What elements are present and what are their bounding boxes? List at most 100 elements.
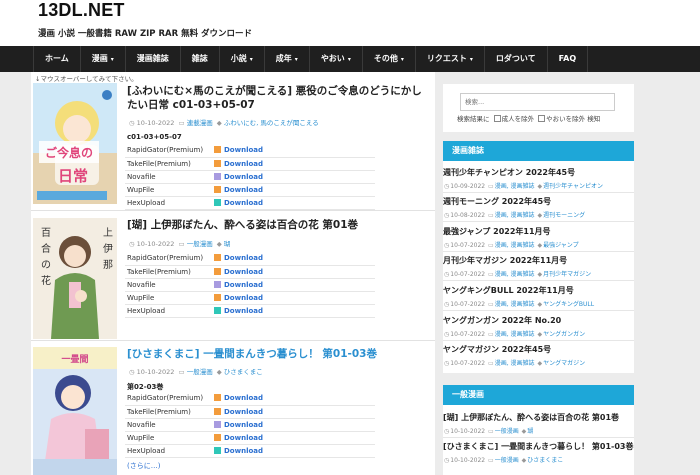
host-color-icon bbox=[214, 394, 221, 402]
download-link[interactable]: Download bbox=[224, 307, 263, 315]
download-link[interactable]: Download bbox=[224, 434, 263, 442]
download-link[interactable]: Download bbox=[224, 447, 263, 455]
download-link[interactable]: Download bbox=[224, 146, 263, 154]
widget-divider bbox=[443, 437, 634, 438]
download-link[interactable]: Download bbox=[224, 421, 263, 429]
nav-item-faq[interactable]: FAQ bbox=[548, 46, 589, 72]
widget-item-title[interactable]: 週刊モーニング 2022年45号 bbox=[443, 196, 551, 207]
clock-icon: ◷ bbox=[444, 428, 450, 435]
widget-item-title[interactable]: 月刊少年マガジン 2022年11月号 bbox=[443, 255, 567, 266]
tag-link[interactable]: ふわいにむ, 馬のこえが聞こえる bbox=[224, 119, 319, 127]
download-row: TakeFile(Premium) Download bbox=[125, 265, 375, 279]
cover-image[interactable]: 百 合 の 花 上 伊 那 bbox=[33, 218, 117, 339]
widget-item-title[interactable]: ヤングマガジン 2022年45号 bbox=[443, 344, 551, 355]
svg-text:日常: 日常 bbox=[58, 167, 88, 185]
cover-image[interactable]: 一畳間 bbox=[33, 347, 117, 475]
widget-item-title[interactable]: [瑚] 上伊那ぼたん、酔へる姿は百合の花 第01巻 bbox=[443, 412, 619, 423]
host-color-icon bbox=[214, 159, 221, 167]
download-row: TakeFile(Premium) Download bbox=[125, 405, 375, 419]
search-options: 検索結果に 成人を除外 やおいを除外 検知 bbox=[457, 115, 601, 123]
widget-divider bbox=[443, 192, 634, 193]
tag-icon: ◆ bbox=[216, 240, 222, 248]
widget-divider bbox=[443, 251, 634, 252]
widget-divider bbox=[443, 221, 634, 222]
svg-text:一畳間: 一畳間 bbox=[61, 354, 88, 365]
folder-icon: ▭ bbox=[178, 240, 185, 248]
download-link[interactable]: Download bbox=[224, 394, 263, 402]
download-row: RapidGator(Premium) Download bbox=[125, 144, 375, 158]
tag-icon: ◆ bbox=[521, 457, 527, 464]
download-link[interactable]: Download bbox=[224, 268, 263, 276]
download-link[interactable]: Download bbox=[224, 408, 263, 416]
folder-icon: ▭ bbox=[488, 457, 494, 464]
folder-icon: ▭ bbox=[488, 301, 494, 308]
widget-heading: 一般漫画 bbox=[443, 385, 634, 405]
download-row: Novafile Download bbox=[125, 278, 375, 292]
widget-item-title[interactable]: ヤングキングBULL 2022年11月号 bbox=[443, 285, 574, 296]
svg-text:の: の bbox=[41, 260, 51, 271]
widget-item-title[interactable]: 週刊少年チャンピオン 2022年45号 bbox=[443, 167, 575, 178]
category-link[interactable]: 一般漫画 bbox=[187, 240, 213, 248]
download-row: HexUpload Download bbox=[125, 196, 375, 210]
widget-item-title[interactable]: 最強ジャンプ 2022年11月号 bbox=[443, 226, 551, 237]
site-tagline: 漫画 小説 一般書籍 RAW ZIP RAR 無料 ダウンロード bbox=[38, 29, 253, 39]
svg-text:百: 百 bbox=[41, 227, 51, 239]
clock-icon: ◷ bbox=[444, 242, 450, 249]
download-row: RapidGator(Premium) Download bbox=[125, 252, 375, 266]
nav-item-yaoi[interactable]: やおい ▾ bbox=[310, 46, 363, 72]
nav-item-request[interactable]: リクエスト ▾ bbox=[416, 46, 485, 72]
host-color-icon bbox=[214, 172, 221, 180]
download-row: WupFile Download bbox=[125, 291, 375, 305]
search-widget: 検索結果に 成人を除外 やおいを除外 検知 bbox=[443, 84, 634, 132]
cover-image[interactable]: ご今息の 日常 bbox=[33, 83, 117, 204]
exclude-adult-checkbox[interactable] bbox=[493, 115, 501, 122]
host-color-icon bbox=[214, 146, 221, 154]
tag-link[interactable]: 瑚 bbox=[224, 240, 231, 248]
post-list: ↓マウスオーバーしてみて下さい。 ご今息の 日常 [ふわいにむ×馬のこえが聞こえ… bbox=[31, 72, 435, 475]
download-link[interactable]: Download bbox=[224, 294, 263, 302]
widget-divider bbox=[443, 280, 634, 281]
main-nav: ホーム 漫画 ▾ 漫画雑誌 雑誌 小説 ▾ 成年 ▾ やおい ▾ その他 ▾ リクエスト ▾… bbox=[0, 46, 700, 72]
widget-item-meta: ◷10-08-2022 ▭漫画, 漫画雑誌 ◆週刊モーニング bbox=[444, 212, 586, 219]
exclude-yaoi-checkbox[interactable] bbox=[538, 115, 546, 122]
tag-link[interactable]: ひさまくまこ bbox=[224, 368, 263, 376]
post-title[interactable]: [ふわいにむ×馬のこえが聞こえる] 悪役のご令息のどうにかしたい日常 c01-0… bbox=[127, 84, 427, 112]
site-title[interactable]: 13DL.NET bbox=[38, 0, 125, 21]
post-title[interactable]: [ひさまくまこ] 一畳間まんきつ暮らし！ 第01-03巻 bbox=[127, 347, 427, 361]
download-link[interactable]: Download bbox=[224, 160, 263, 168]
download-row: WupFile Download bbox=[125, 183, 375, 197]
post-title[interactable]: [瑚] 上伊那ぼたん、酔へる姿は百合の花 第01巻 bbox=[127, 218, 427, 232]
widget-item-title[interactable]: [ひさまくまこ] 一畳間まんきつ暮らし！ 第01-03巻 bbox=[443, 441, 633, 452]
widget-item-meta: ◷10-09-2022 ▭漫画, 漫画雑誌 ◆週刊少年チャンピオン bbox=[444, 183, 604, 190]
download-link[interactable]: Download bbox=[224, 186, 263, 194]
download-link[interactable]: Download bbox=[224, 173, 263, 181]
download-link[interactable]: Download bbox=[224, 281, 263, 289]
download-table: RapidGator(Premium) Download TakeFile(Pre… bbox=[125, 144, 375, 210]
widget-item-meta: ◷10-07-2022 ▭漫画, 漫画雑誌 ◆最強ジャンプ bbox=[444, 242, 579, 249]
chevron-down-icon: ▾ bbox=[347, 56, 351, 63]
nav-item-manga[interactable]: 漫画 ▾ bbox=[81, 46, 126, 72]
category-link[interactable]: 連載漫画 bbox=[187, 119, 213, 127]
nav-item-about[interactable]: ロダついて bbox=[485, 46, 548, 72]
nav-item-novel[interactable]: 小説 ▾ bbox=[220, 46, 265, 72]
clock-icon: ◷ bbox=[444, 271, 450, 278]
post-divider bbox=[31, 210, 435, 211]
download-row: Novafile Download bbox=[125, 418, 375, 432]
folder-icon: ▭ bbox=[488, 360, 494, 367]
nav-item-adult[interactable]: 成年 ▾ bbox=[265, 46, 310, 72]
widget-divider bbox=[443, 310, 634, 311]
nav-item-magazine[interactable]: 雑誌 bbox=[181, 46, 220, 72]
download-link[interactable]: Download bbox=[224, 254, 263, 262]
host-color-icon bbox=[214, 420, 221, 428]
search-input[interactable] bbox=[460, 93, 615, 111]
nav-item-home[interactable]: ホーム bbox=[33, 46, 81, 72]
nav-item-other[interactable]: その他 ▾ bbox=[363, 46, 416, 72]
widget-item-title[interactable]: ヤングガンガン 2022年 No.20 bbox=[443, 315, 561, 326]
nav-item-manga-magazine[interactable]: 漫画雑誌 bbox=[126, 46, 181, 72]
read-more-link[interactable]: (さらに…) bbox=[127, 461, 160, 471]
category-link[interactable]: 一般漫画 bbox=[187, 368, 213, 376]
host-color-icon bbox=[214, 267, 221, 275]
host-color-icon bbox=[214, 254, 221, 262]
download-link[interactable]: Download bbox=[224, 199, 263, 207]
host-color-icon bbox=[214, 293, 221, 301]
